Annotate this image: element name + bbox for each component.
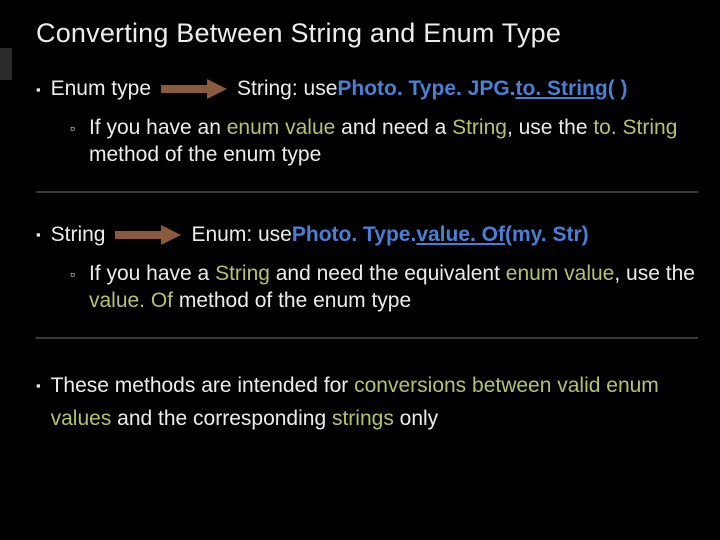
s2-tail: method of the enum type bbox=[173, 289, 411, 312]
s2-pre: If you have a bbox=[89, 262, 215, 285]
s1-o1: enum value bbox=[227, 116, 336, 139]
side-tab bbox=[0, 48, 12, 80]
bullet1-code-tail: ( ) bbox=[608, 77, 628, 101]
bullet-string-to-enum: ▪ String Enum: use Photo. Type. value. O… bbox=[36, 223, 698, 247]
sub-bullet-1: ▫ If you have an enum value and need a S… bbox=[70, 115, 698, 169]
s2-m1: and need the equivalent bbox=[270, 262, 506, 285]
bullet-icon: ▪ bbox=[36, 227, 41, 242]
bullet1-code: Photo. Type. JPG. bbox=[337, 77, 515, 101]
bullet3-text: These methods are intended for conversio… bbox=[51, 369, 698, 436]
divider-1 bbox=[36, 191, 698, 193]
bullet1-code-u: to. String bbox=[516, 77, 608, 101]
bullet2-code: Photo. Type. bbox=[292, 223, 416, 247]
bullet2-code-tail: (my. Str) bbox=[505, 223, 589, 247]
b3-tail: only bbox=[394, 407, 438, 430]
bullet-enum-to-string: ▪ Enum type String: use Photo. Type. JPG… bbox=[36, 77, 698, 101]
s2-o2: enum value bbox=[506, 262, 615, 285]
sub-bullet-2: ▫ If you have a String and need the equi… bbox=[70, 261, 698, 315]
divider-2 bbox=[36, 337, 698, 339]
s2-o1: String bbox=[215, 262, 270, 285]
b3-mid: and the corresponding bbox=[111, 407, 332, 430]
bullet-icon: ▪ bbox=[36, 82, 41, 97]
s1-o2: String bbox=[452, 116, 507, 139]
s2-o3: value. Of bbox=[89, 289, 173, 312]
s1-pre: If you have an bbox=[89, 116, 227, 139]
sub2-text: If you have a String and need the equiva… bbox=[89, 261, 698, 315]
slide: Converting Between String and Enum Type … bbox=[0, 0, 720, 540]
bullet2-code-u: value. Of bbox=[416, 223, 505, 247]
sub-bullet-icon: ▫ bbox=[70, 261, 75, 287]
b3-o2: strings bbox=[332, 407, 394, 430]
bullet2-right-pre: Enum: use bbox=[191, 223, 291, 247]
arrow-right-icon bbox=[161, 79, 227, 99]
s1-tail: method of the enum type bbox=[89, 143, 321, 166]
s1-m1: and need a bbox=[335, 116, 452, 139]
s1-m2: , use the bbox=[507, 116, 593, 139]
s2-m2: , use the bbox=[614, 262, 695, 285]
slide-title: Converting Between String and Enum Type bbox=[36, 18, 698, 49]
bullet-icon: ▪ bbox=[36, 369, 41, 403]
arrow-right-icon bbox=[115, 225, 181, 245]
bullet1-right-pre: String: use bbox=[237, 77, 337, 101]
bullet-note: ▪ These methods are intended for convers… bbox=[36, 369, 698, 436]
bullet1-left: Enum type bbox=[51, 77, 151, 101]
sub-bullet-icon: ▫ bbox=[70, 115, 75, 141]
sub1-text: If you have an enum value and need a Str… bbox=[89, 115, 698, 169]
bullet2-left: String bbox=[51, 223, 106, 247]
b3-pre: These methods are intended for bbox=[51, 374, 355, 397]
s1-o3: to. String bbox=[593, 116, 677, 139]
